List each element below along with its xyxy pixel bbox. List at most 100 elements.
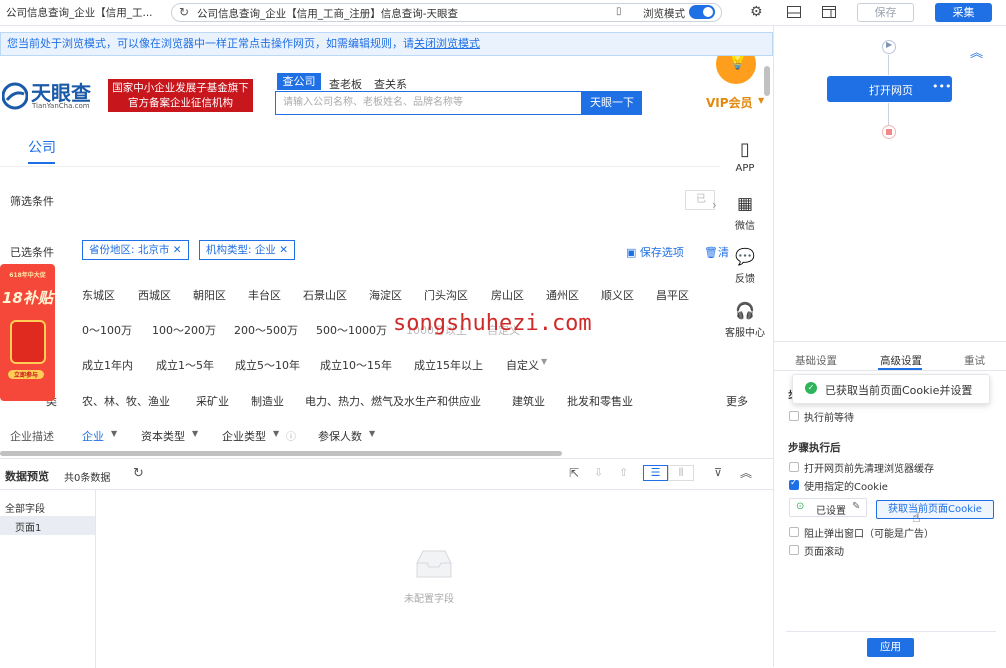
district-option[interactable]: 通州区: [546, 287, 579, 303]
close-icon[interactable]: ✕: [173, 244, 182, 256]
industry-option[interactable]: 电力、热力、燃气及水生产和供应业: [305, 393, 481, 409]
open-page-label: 打开网页: [869, 84, 913, 97]
wait-before-label: 执行前等待: [804, 413, 854, 424]
divider: [95, 490, 96, 668]
chevron-down-icon: ▼: [273, 429, 280, 438]
district-option[interactable]: 东城区: [82, 287, 115, 303]
search-input[interactable]: 请输入公司名称、老板姓名、品牌名称等: [275, 91, 582, 115]
export-icon[interactable]: ⇱: [569, 466, 579, 480]
tab-advanced-settings[interactable]: 高级设置: [880, 353, 922, 368]
industry-option[interactable]: 采矿业: [196, 393, 229, 409]
settings-gear-icon[interactable]: ⚙: [750, 4, 763, 20]
list-view-icon[interactable]: ☰: [643, 465, 668, 481]
tips-lightbulb-button[interactable]: 💡: [716, 56, 756, 84]
capital-option[interactable]: 500～1000万: [316, 322, 387, 338]
sidebar-app[interactable]: ▯ APP: [720, 140, 770, 175]
filter-enterprise-type[interactable]: 企业类型: [222, 428, 266, 444]
industry-option[interactable]: 批发和零售业: [567, 393, 633, 409]
filter-capital-type[interactable]: 资本类型: [141, 428, 185, 444]
apply-button[interactable]: 应用: [867, 638, 914, 657]
filter-icon[interactable]: ⊽: [714, 466, 722, 479]
search-button[interactable]: 天眼一下: [582, 91, 642, 115]
industry-option[interactable]: 建筑业: [512, 393, 545, 409]
promo-618-banner[interactable]: 618年中大促 18补贴 立即参与: [0, 264, 55, 401]
district-option[interactable]: 海淀区: [369, 287, 402, 303]
page-list-item[interactable]: 页面1: [0, 516, 95, 535]
edit-icon[interactable]: ✎: [852, 501, 860, 512]
filter-company-desc[interactable]: 企业描述: [10, 428, 54, 444]
use-cookie-checkbox[interactable]: [789, 478, 799, 490]
cookie-status-box[interactable]: ⊙ 已设置 ✎: [789, 498, 867, 517]
search-tab-boss[interactable]: 查老板: [329, 76, 362, 92]
district-option[interactable]: 朝阳区: [193, 287, 226, 303]
upload-icon[interactable]: ⇧: [619, 466, 628, 479]
age-option[interactable]: 成立15年以上: [414, 357, 483, 373]
tag-org-type[interactable]: 机构类型: 企业 ✕: [199, 240, 296, 260]
refresh-icon[interactable]: ↻: [179, 5, 189, 19]
vip-member-link[interactable]: VIP会员: [706, 94, 753, 111]
district-option[interactable]: 房山区: [491, 287, 524, 303]
clear-cache-checkbox[interactable]: [789, 462, 799, 472]
open-page-node[interactable]: 打开网页 •••: [827, 76, 952, 102]
collapse-up-icon[interactable]: ︽: [740, 464, 752, 481]
sidebar-service[interactable]: 🎧 客服中心: [720, 301, 770, 339]
save-options-link[interactable]: ▣ 保存选项: [626, 244, 684, 260]
filter-dropdown[interactable]: 已: [685, 190, 715, 210]
tab-retry[interactable]: 重试: [964, 353, 985, 368]
download-icon[interactable]: ⇩: [594, 466, 603, 479]
tab-basic-settings[interactable]: 基础设置: [795, 353, 837, 368]
search-tab-company[interactable]: 查公司: [277, 73, 321, 90]
save-button[interactable]: 保存: [857, 3, 914, 22]
search-tab-relation[interactable]: 查关系: [374, 76, 407, 92]
district-option[interactable]: 门头沟区: [424, 287, 468, 303]
tag-region[interactable]: 省份地区: 北京市 ✕: [82, 240, 189, 260]
wait-before-checkbox[interactable]: [789, 411, 799, 421]
filter-insured-count[interactable]: 参保人数: [318, 428, 362, 444]
tab-title[interactable]: 公司信息查询_企业【信用_工...: [6, 5, 153, 20]
age-option[interactable]: 成立5～10年: [235, 357, 300, 373]
filter-enterprise[interactable]: 企业: [82, 428, 104, 444]
age-option[interactable]: 成立1～5年: [156, 357, 214, 373]
column-view-icon[interactable]: ⦀: [668, 465, 694, 481]
collect-button[interactable]: 采集: [935, 3, 992, 22]
district-option[interactable]: 石景山区: [303, 287, 347, 303]
help-icon[interactable]: ⓘ: [286, 428, 296, 443]
industry-option[interactable]: 农、林、牧、渔业: [82, 393, 170, 409]
district-option[interactable]: 西城区: [138, 287, 171, 303]
age-option[interactable]: 成立1年内: [82, 357, 133, 373]
close-icon[interactable]: ✕: [279, 244, 288, 256]
capital-option[interactable]: 0～100万: [82, 322, 132, 338]
age-option[interactable]: 自定义: [506, 357, 539, 373]
chevron-right-icon[interactable]: ›: [712, 198, 717, 212]
tab-company[interactable]: 公司: [28, 137, 56, 157]
address-bar[interactable]: ↻ 公司信息查询_企业【信用_工商_注册】信息查询-天眼查 ▯ 浏览模式: [171, 3, 722, 22]
save-option-label: 保存选项: [639, 246, 684, 259]
red-envelope-icon: [9, 320, 46, 364]
refresh-icon[interactable]: ↻: [133, 466, 144, 481]
block-popup-checkbox[interactable]: [789, 527, 799, 537]
horizontal-scrollbar[interactable]: [0, 451, 562, 456]
more-options-icon[interactable]: •••: [932, 80, 951, 93]
sidebar-wechat[interactable]: ▦ 微信: [720, 194, 770, 232]
banner-line-2: 官方备案企业征信机构: [128, 97, 233, 109]
all-fields-item[interactable]: 全部字段: [5, 500, 45, 515]
layout-horizontal-icon[interactable]: [787, 6, 801, 18]
web-page-view[interactable]: 天眼查 TianYanCha.com 国家中小企业发展子基金旗下 官方备案企业征…: [0, 56, 773, 458]
scroll-page-checkbox[interactable]: [789, 545, 799, 555]
more-link[interactable]: 更多: [726, 393, 748, 409]
collapse-up-icon[interactable]: ︽: [970, 42, 983, 61]
industry-option[interactable]: 制造业: [251, 393, 284, 409]
page-scrollbar[interactable]: [764, 66, 770, 96]
close-browse-mode-link[interactable]: 关闭浏览模式: [414, 37, 480, 50]
document-icon[interactable]: ▯: [616, 6, 622, 17]
get-cookie-button[interactable]: 获取当前页面Cookie: [876, 500, 994, 519]
age-option[interactable]: 成立10～15年: [320, 357, 392, 373]
district-option[interactable]: 昌平区: [656, 287, 689, 303]
browse-mode-toggle[interactable]: [689, 5, 715, 19]
district-option[interactable]: 丰台区: [248, 287, 281, 303]
capital-option[interactable]: 100～200万: [152, 322, 216, 338]
capital-option[interactable]: 200～500万: [234, 322, 298, 338]
district-option[interactable]: 顺义区: [601, 287, 634, 303]
sidebar-feedback[interactable]: 💬 反馈: [720, 247, 770, 285]
layout-vertical-icon[interactable]: [822, 6, 836, 18]
